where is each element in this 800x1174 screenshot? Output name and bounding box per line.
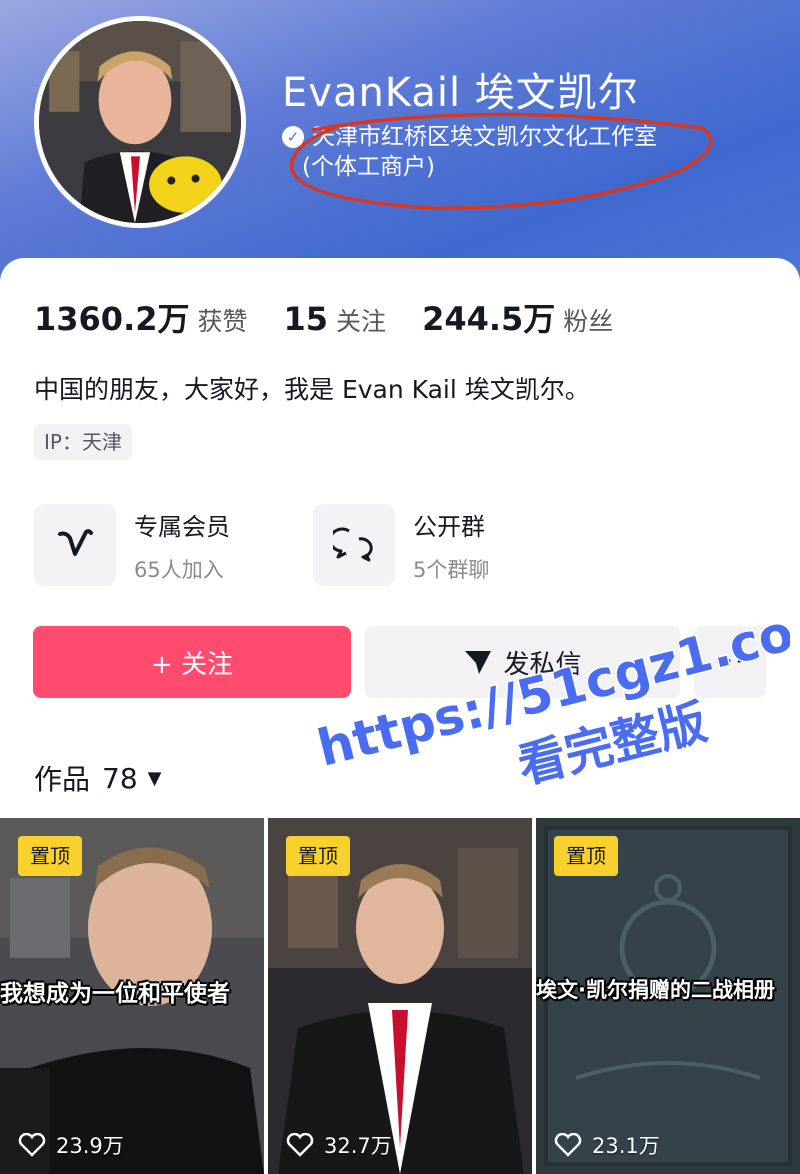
video-thumb[interactable]: 置顶 32.7万 <box>268 818 532 1174</box>
more-button[interactable]: ··· <box>694 626 766 698</box>
heart-icon <box>18 1133 46 1157</box>
verification-line1: 天津市红桥区埃文凯尔文化工作室 <box>312 124 657 150</box>
stat-label: 粉丝 <box>563 307 614 336</box>
feature-subtitle: 65人加入 <box>134 557 224 582</box>
feature-title: 专属会员 <box>134 512 230 541</box>
feature-subtitle: 5个群聊 <box>413 557 490 582</box>
works-label: 作品 <box>34 763 91 796</box>
pinned-badge: 置顶 <box>554 836 618 876</box>
verification-info[interactable]: ✓ 天津市红桥区埃文凯尔文化工作室 (个体工商户) <box>282 122 702 182</box>
video-likes: 32.7万 <box>286 1130 392 1160</box>
stat-value: 1360.2万 <box>34 300 190 338</box>
feature-public-group[interactable]: 公开群 5个群聊 <box>313 504 489 586</box>
stat-label: 关注 <box>336 307 387 336</box>
ip-location-tag: IP：天津 <box>34 424 132 460</box>
avatar[interactable] <box>34 16 246 228</box>
message-label: 发私信 <box>503 649 582 680</box>
group-tile <box>313 504 395 586</box>
heart-icon <box>286 1133 314 1157</box>
likes-count: 32.7万 <box>324 1134 392 1158</box>
stat-value: 15 <box>283 300 329 338</box>
caret-down-icon: ▼ <box>147 767 162 789</box>
likes-count: 23.9万 <box>56 1134 124 1158</box>
pinned-badge: 置顶 <box>286 836 350 876</box>
profile-card: 1360.2万 获赞 15 关注 244.5万 粉丝 中国的朋友，大家好，我是 … <box>0 258 800 1174</box>
stat-likes[interactable]: 1360.2万 获赞 <box>34 294 248 340</box>
video-likes: 23.9万 <box>18 1130 124 1160</box>
membership-tile <box>34 504 116 586</box>
stat-value: 244.5万 <box>422 300 556 338</box>
video-likes: 23.1万 <box>554 1130 660 1160</box>
profile-bio: 中国的朋友，大家好，我是 Evan Kail 埃文凯尔。 <box>34 375 590 404</box>
stats-row: 1360.2万 获赞 15 关注 244.5万 粉丝 <box>34 294 649 340</box>
video-thumb[interactable]: 置顶 埃文·凯尔捐赠的二战相册 23.1万 <box>536 818 800 1174</box>
chat-bubbles-icon <box>333 527 373 562</box>
v-logo-icon <box>58 529 93 556</box>
feature-title: 公开群 <box>413 512 485 541</box>
stat-followers[interactable]: 244.5万 粉丝 <box>422 294 613 340</box>
video-caption: 埃文·凯尔捐赠的二战相册 <box>536 978 775 1002</box>
likes-count: 23.1万 <box>592 1134 660 1158</box>
pinned-badge: 置顶 <box>18 836 82 876</box>
heart-icon <box>554 1133 582 1157</box>
profile-nickname: EvanKail 埃文凯尔 <box>282 70 639 116</box>
send-icon <box>465 651 492 674</box>
video-caption: 我想成为一位和平使者 <box>0 981 230 1007</box>
message-button[interactable]: 发私信 <box>365 626 680 698</box>
check-icon: ✓ <box>282 126 304 148</box>
avatar-photo <box>39 21 241 223</box>
works-count: 78 <box>102 761 138 795</box>
works-tab[interactable]: 作品 78 ▼ <box>34 758 162 798</box>
video-thumb[interactable]: 置顶 我想成为一位和平使者 23.9万 <box>0 818 264 1174</box>
video-grid: 置顶 我想成为一位和平使者 23.9万 置顶 32.7万 置顶 埃文·凯尔捐赠的… <box>0 818 800 1174</box>
verification-line2: (个体工商户) <box>302 154 435 180</box>
stat-label: 获赞 <box>197 307 248 336</box>
stat-following[interactable]: 15 关注 <box>284 300 387 338</box>
follow-button[interactable]: + 关注 <box>33 626 351 698</box>
feature-membership[interactable]: 专属会员 65人加入 <box>34 504 230 586</box>
